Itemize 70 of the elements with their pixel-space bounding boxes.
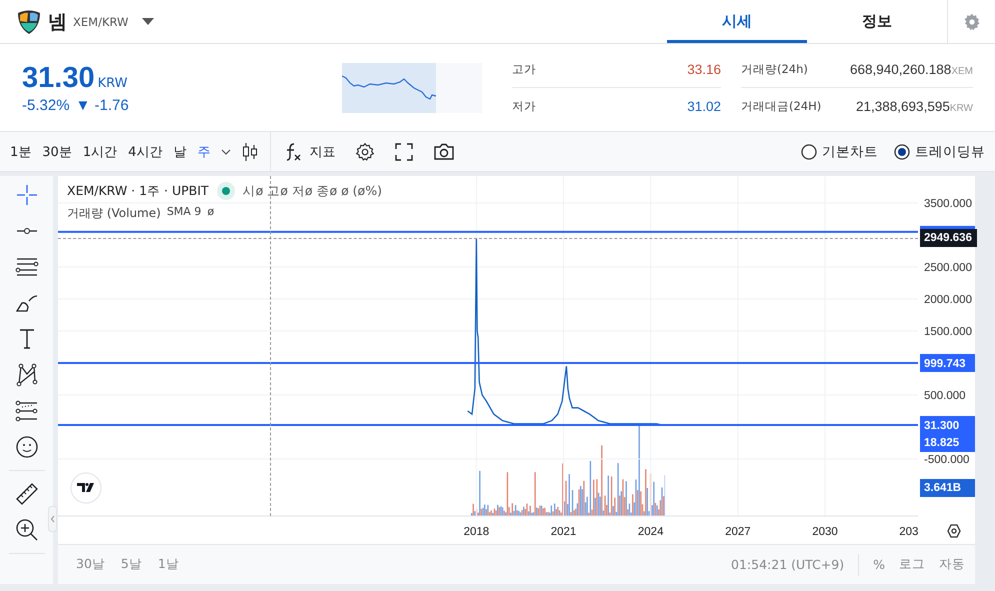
levels-icon[interactable] (14, 398, 40, 424)
axis-label: 1500.000 (924, 326, 972, 338)
candles-icon[interactable] (242, 142, 258, 162)
value-tag: 18.825 (920, 434, 975, 452)
price-value: 31.30 (22, 62, 95, 94)
collapse-handle[interactable] (48, 506, 57, 532)
logo-icon[interactable] (70, 472, 102, 504)
axis-label: -500.000 (924, 454, 970, 466)
price-unit: KRW (98, 76, 128, 90)
change-percent: -5.32% (22, 96, 70, 114)
volume-label: 거래량 (Volume) (67, 205, 161, 222)
symbol-title: XEM/KRW · 1주 · UPBIT (67, 182, 209, 200)
radio-option[interactable]: 기본차트 (801, 142, 878, 160)
horizontal-line[interactable] (58, 362, 918, 364)
stat-value: 33.16 (687, 62, 721, 76)
stat-label: 거래대금(24H) (741, 98, 822, 114)
price-tag: 31.300 (920, 416, 975, 434)
tab[interactable]: 정보 (807, 0, 947, 43)
pair-label: XEM/KRW (73, 14, 128, 28)
axis-label: 500.000 (924, 390, 966, 402)
radio-button[interactable] (894, 144, 910, 160)
price-tag: 999.743 (920, 354, 975, 372)
stat-value: 31.02 (687, 98, 721, 114)
interval-button[interactable]: 1시간 (82, 142, 118, 160)
axis-label: 3500.000 (924, 198, 972, 210)
ohlc-values: 시ø 고ø 저ø 종ø ø (ø%) (242, 182, 382, 200)
ref-line-label: 999.743 (924, 358, 966, 370)
value-tag: 3.641B (920, 479, 975, 497)
crosshair-tag: 2949.636 (920, 229, 977, 247)
ruler-icon[interactable] (14, 481, 40, 507)
sma-value: ø (207, 205, 214, 220)
stat-label: 고가 (512, 62, 536, 76)
axis-label: 2018 (464, 526, 490, 538)
axis-label: 2021 (550, 526, 576, 538)
indicators-button[interactable]: 지표 (285, 142, 336, 162)
coin-name: 넴 (48, 10, 67, 34)
settings-icon[interactable] (947, 524, 961, 538)
axis-label: 2500.000 (924, 262, 972, 274)
ref-line-label: 31.300 (924, 420, 960, 432)
interval-button[interactable]: 1분 (10, 142, 32, 160)
interval-button[interactable]: 주 (197, 142, 210, 160)
interval-button[interactable]: 4시간 (128, 142, 162, 160)
axis-label: 203 (899, 526, 918, 538)
function-icon (285, 142, 304, 162)
zoom-in-icon[interactable] (14, 517, 40, 543)
sma-label: SMA 9 (166, 205, 202, 220)
caret-icon[interactable] (142, 18, 154, 25)
stat-value: 21,388,693,595KRW (856, 98, 973, 114)
coin-logo-icon (16, 8, 42, 34)
smiley-icon[interactable] (14, 434, 40, 460)
axis-label: 2027 (725, 526, 751, 538)
status-dot (222, 187, 230, 195)
stat-label: 저가 (512, 98, 536, 114)
interval-button[interactable]: 날 (173, 142, 186, 160)
axis-label: 2030 (812, 526, 838, 538)
radio-button[interactable] (801, 144, 817, 160)
change-amount: ▼ -1.76 (76, 96, 129, 114)
radio-option[interactable]: 트레이딩뷰 (894, 142, 985, 160)
stat-value: 668,940,260.188XEM (850, 62, 973, 76)
fullscreen-icon[interactable] (395, 142, 414, 160)
camera-icon[interactable] (433, 142, 456, 160)
chevron-down-icon[interactable] (221, 148, 232, 154)
axis-label: 2024 (638, 526, 664, 538)
clock-label: 01:54:21 (UTC+9) (731, 557, 844, 572)
pattern-icon[interactable] (14, 362, 40, 388)
settings-icon[interactable] (355, 142, 376, 162)
horizontal-line[interactable] (58, 230, 918, 233)
interval-button[interactable]: 30분 (42, 142, 72, 160)
stat-label: 거래량(24h) (741, 62, 808, 76)
axis-label: 2000.000 (924, 294, 972, 306)
